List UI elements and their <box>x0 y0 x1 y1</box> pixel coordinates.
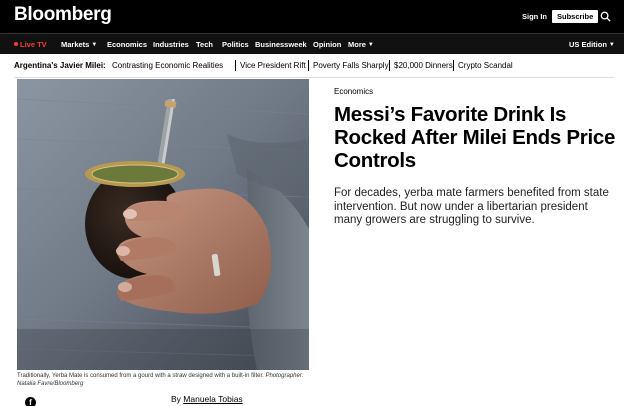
nav-item-tech[interactable]: Tech <box>196 40 213 49</box>
caption-text: Traditionally, Yerba Mate is consumed fr… <box>17 373 264 379</box>
byline-prefix: By <box>171 394 181 404</box>
divider <box>389 60 390 71</box>
subnav-item-crypto[interactable]: Crypto Scandal <box>458 61 513 70</box>
main-nav: Live TV Markets ▼ Economics Industries Te… <box>0 33 624 54</box>
chevron-down-icon: ▼ <box>91 42 98 48</box>
section-kicker[interactable]: Economics <box>334 87 373 96</box>
nav-item-more[interactable]: More ▼ <box>348 40 374 49</box>
nav-item-politics[interactable]: Politics <box>222 40 249 49</box>
subnav-item-poverty[interactable]: Poverty Falls Sharply <box>313 61 389 70</box>
divider <box>308 60 309 71</box>
nav-live-tv[interactable]: Live TV <box>14 40 47 49</box>
nav-item-opinion[interactable]: Opinion <box>313 40 341 49</box>
search-icon[interactable] <box>600 11 611 22</box>
nav-item-economics[interactable]: Economics <box>107 40 147 49</box>
divider <box>235 60 236 71</box>
mate-gourd-illustration <box>17 79 309 370</box>
byline: By Manuela Tobias <box>171 394 243 404</box>
live-dot-icon <box>14 42 18 46</box>
article-dek: For decades, yerba mate farmers benefite… <box>334 187 609 226</box>
chevron-down-icon: ▼ <box>608 42 615 48</box>
lead-photo <box>17 79 309 370</box>
chevron-down-icon: ▼ <box>367 42 374 48</box>
subscribe-button[interactable]: Subscribe <box>552 10 599 23</box>
headline: Messi’s Favorite Drink Is Rocked After M… <box>334 103 616 172</box>
divider <box>453 60 454 71</box>
subnav-item-vice-president[interactable]: Vice President Rift <box>240 61 306 70</box>
author-link[interactable]: Manuela Tobias <box>183 394 242 404</box>
topic-subnav: Argentina's Javier Milei: Contrasting Ec… <box>14 54 614 78</box>
subnav-title: Argentina's Javier Milei: <box>14 61 106 70</box>
nav-item-markets[interactable]: Markets ▼ <box>61 40 97 49</box>
sign-in-link[interactable]: Sign In <box>522 12 547 21</box>
facebook-icon[interactable]: f <box>25 397 36 406</box>
subnav-item-contrasting[interactable]: Contrasting Economic Realities <box>112 61 223 70</box>
nav-item-businessweek[interactable]: Businessweek <box>255 40 307 49</box>
nav-item-industries[interactable]: Industries <box>153 40 189 49</box>
photo-caption: Traditionally, Yerba Mate is consumed fr… <box>17 372 317 388</box>
top-header: Bloomberg Sign In Subscribe <box>0 0 624 33</box>
subnav-item-dinners[interactable]: $20,000 Dinners <box>394 61 453 70</box>
bloomberg-logo[interactable]: Bloomberg <box>14 4 112 26</box>
nav-us-edition[interactable]: US Edition ▼ <box>569 40 615 49</box>
